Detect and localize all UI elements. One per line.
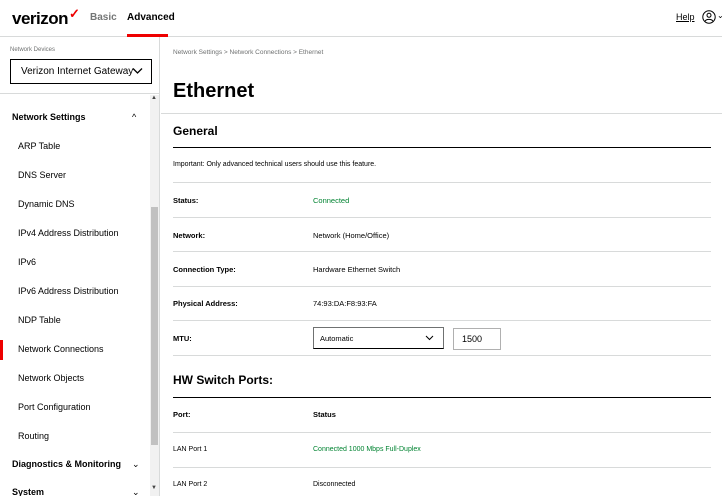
- sidebar-item-ipv4-address-distribution[interactable]: IPv4 Address Distribution: [0, 220, 148, 249]
- logo-text: verizon: [12, 9, 69, 28]
- chevron-down-icon: ⌄: [132, 487, 140, 496]
- advanced-warning-note: Important: Only advanced technical users…: [173, 161, 377, 168]
- connection-type-label: Connection Type:: [173, 265, 236, 274]
- tab-basic[interactable]: Basic: [90, 12, 117, 23]
- network-devices-label: Network Devices: [10, 47, 56, 53]
- sidebar-item-label: IPv4 Address Distribution: [18, 228, 119, 238]
- row-divider: [173, 182, 711, 183]
- row-divider: [173, 217, 711, 218]
- port-column-header: Port:: [173, 410, 191, 419]
- logo-checkmark-icon: ✓: [69, 6, 80, 21]
- sidebar-item-label: System: [12, 487, 45, 496]
- chevron-down-icon: [132, 68, 143, 74]
- sidebar-item-routing[interactable]: Routing: [0, 423, 148, 452]
- row-divider: [173, 432, 711, 433]
- chevron-down-icon: ⌄: [132, 459, 140, 469]
- sidebar-section-system[interactable]: System ⌄: [0, 479, 148, 496]
- sidebar-item-network-connections[interactable]: Network Connections: [0, 336, 148, 365]
- sidebar-item-ipv6-address-distribution[interactable]: IPv6 Address Distribution: [0, 278, 148, 307]
- row-divider: [173, 320, 711, 321]
- scroll-down-arrow-icon[interactable]: ▼: [151, 485, 157, 491]
- sidebar-scrollbar-thumb[interactable]: [151, 207, 158, 445]
- sidebar-item-label: DNS Server: [18, 170, 67, 180]
- title-divider: [161, 113, 722, 114]
- sidebar-item-label: Port Configuration: [18, 402, 91, 412]
- main-content: Network Settings > Network Connections >…: [161, 37, 722, 496]
- row-divider: [173, 251, 711, 252]
- sidebar-item-label: ARP Table: [18, 141, 61, 151]
- sidebar-section-diagnostics-monitoring[interactable]: Diagnostics & Monitoring ⌄: [0, 451, 148, 480]
- network-label: Network:: [173, 231, 206, 240]
- port-status: Connected 1000 Mbps Full-Duplex: [313, 446, 421, 453]
- sidebar-item-ndp-table[interactable]: NDP Table: [0, 307, 148, 336]
- status-column-header: Status: [313, 410, 336, 419]
- mtu-mode-select[interactable]: Automatic: [313, 327, 444, 349]
- general-section-title: General: [173, 124, 218, 138]
- row-divider: [173, 355, 711, 356]
- scroll-up-arrow-icon[interactable]: ▲: [151, 95, 157, 101]
- sidebar-item-label: NDP Table: [18, 315, 61, 325]
- user-icon[interactable]: [702, 10, 716, 24]
- sidebar-item-label: Network Connections: [18, 344, 104, 354]
- sidebar: Network Devices Verizon Internet Gateway…: [0, 37, 160, 496]
- sidebar-item-label: IPv6 Address Distribution: [18, 286, 119, 296]
- sidebar-item-label: Network Settings: [12, 112, 86, 122]
- physical-address-label: Physical Address:: [173, 299, 238, 308]
- active-item-indicator: [0, 340, 3, 360]
- sidebar-item-ipv6[interactable]: IPv6: [0, 249, 148, 278]
- general-section-rule: [173, 147, 711, 148]
- status-value: Connected: [313, 196, 350, 205]
- sidebar-item-label: Routing: [18, 431, 50, 441]
- top-bar: verizon✓ Basic Advanced Help ⌄: [0, 0, 722, 37]
- physical-address-value: 74:93:DA:F8:93:FA: [313, 299, 377, 308]
- port-name: LAN Port 1: [173, 446, 208, 453]
- sidebar-section-network-settings[interactable]: Network Settings ^: [0, 104, 148, 133]
- sidebar-item-dns-server[interactable]: DNS Server: [0, 162, 148, 191]
- device-select-value: Verizon Internet Gateway: [21, 66, 134, 77]
- chevron-down-icon: [425, 335, 434, 341]
- port-name: LAN Port 2: [173, 481, 208, 488]
- sidebar-item-port-configuration[interactable]: Port Configuration: [0, 394, 148, 423]
- port-status: Disconnected: [313, 481, 356, 488]
- chevron-up-icon: ^: [132, 112, 137, 122]
- breadcrumb: Network Settings > Network Connections >…: [173, 49, 324, 56]
- sidebar-item-dynamic-dns[interactable]: Dynamic DNS: [0, 191, 148, 220]
- sidebar-item-label: IPv6: [18, 257, 37, 267]
- user-menu-caret-icon[interactable]: ⌄: [717, 11, 722, 20]
- sidebar-item-network-objects[interactable]: Network Objects: [0, 365, 148, 394]
- row-divider: [173, 286, 711, 287]
- sidebar-item-label: Dynamic DNS: [18, 199, 75, 209]
- verizon-logo[interactable]: verizon✓: [12, 6, 80, 29]
- sidebar-item-arp-table[interactable]: ARP Table: [0, 133, 148, 162]
- sidebar-item-label: Network Objects: [18, 373, 85, 383]
- mtu-value-input[interactable]: 1500: [453, 328, 501, 350]
- device-select[interactable]: Verizon Internet Gateway: [10, 59, 152, 84]
- tab-advanced[interactable]: Advanced: [127, 12, 175, 23]
- hw-ports-section-rule: [173, 397, 711, 398]
- row-divider: [173, 467, 711, 468]
- sidebar-divider: [0, 93, 160, 94]
- status-label: Status:: [173, 196, 199, 205]
- hw-switch-ports-title: HW Switch Ports:: [173, 373, 274, 387]
- page-title: Ethernet: [173, 80, 255, 102]
- sidebar-item-label: Diagnostics & Monitoring: [12, 459, 121, 469]
- mtu-mode-value: Automatic: [320, 334, 354, 343]
- connection-type-value: Hardware Ethernet Switch: [313, 265, 401, 274]
- mtu-label: MTU:: [173, 334, 192, 343]
- network-value: Network (Home/Office): [313, 231, 390, 240]
- help-link[interactable]: Help: [676, 12, 695, 22]
